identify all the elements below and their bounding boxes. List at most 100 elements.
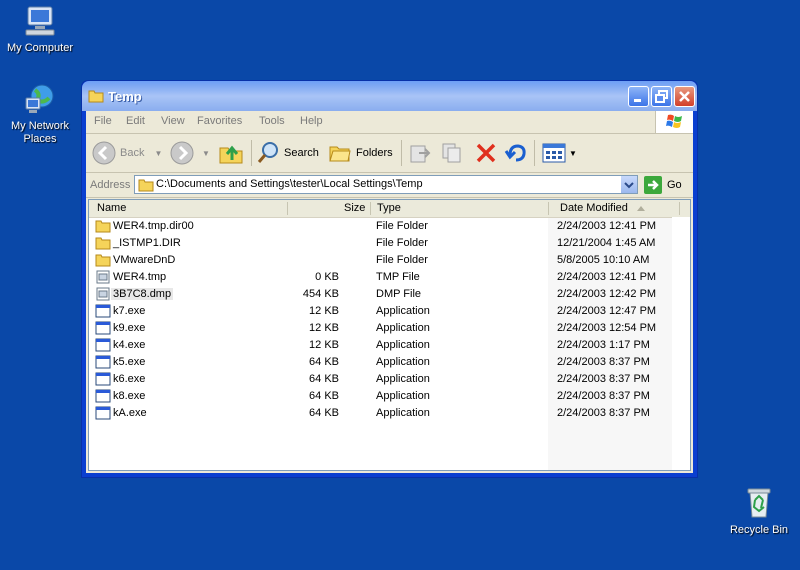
go-label: Go xyxy=(667,179,682,191)
maximize-button[interactable] xyxy=(651,86,672,107)
views-icon xyxy=(542,143,566,163)
desktop-icon-label: Recycle Bin xyxy=(729,524,789,536)
list-header: Name Size Type Date Modified xyxy=(89,200,690,218)
file-date-modified: 2/24/2003 12:41 PM xyxy=(557,220,657,232)
up-folder-button[interactable] xyxy=(218,140,244,166)
forward-arrow-icon xyxy=(170,141,194,165)
file-size: 64 KB xyxy=(309,356,339,368)
back-button[interactable]: Back ▼ xyxy=(92,140,162,166)
back-label: Back xyxy=(120,147,145,159)
file-size: 454 KB xyxy=(302,288,339,300)
menu-view[interactable]: View xyxy=(161,115,185,127)
views-button[interactable]: ▼ xyxy=(541,140,577,166)
app-icon xyxy=(95,321,111,335)
desktop-icon-my-computer[interactable]: My Computer xyxy=(0,4,80,55)
app-icon xyxy=(95,372,111,386)
file-type: File Folder xyxy=(376,220,428,232)
list-item[interactable]: VMwareDnD File Folder 5/8/2005 10:10 AM xyxy=(89,252,672,269)
file-name: k5.exe xyxy=(113,356,146,368)
list-item[interactable]: WER4.tmp 0 KB TMP File 2/24/2003 12:41 PM xyxy=(89,269,672,286)
back-dropdown-icon[interactable]: ▼ xyxy=(154,149,162,158)
address-dropdown-button[interactable] xyxy=(621,176,637,193)
file-date-modified: 2/24/2003 12:47 PM xyxy=(557,305,657,317)
column-header-date-modified[interactable]: Date Modified xyxy=(560,202,628,214)
delete-button[interactable] xyxy=(474,140,498,166)
search-label: Search xyxy=(284,147,319,159)
list-item[interactable]: k9.exe 12 KB Application 2/24/2003 12:54 PM xyxy=(89,320,672,337)
menu-edit[interactable]: Edit xyxy=(126,115,145,127)
toolbar-separator xyxy=(401,140,402,166)
restore-icon xyxy=(655,90,668,103)
column-header-size[interactable]: Size xyxy=(344,202,365,214)
forward-button[interactable]: ▼ xyxy=(170,140,210,166)
file-size: 12 KB xyxy=(309,322,339,334)
app-icon xyxy=(95,338,111,352)
file-type: TMP File xyxy=(376,271,420,283)
folders-icon xyxy=(329,146,351,162)
go-arrow-icon xyxy=(644,176,662,194)
column-divider[interactable] xyxy=(679,202,680,215)
address-label: Address xyxy=(90,179,131,191)
minimize-icon xyxy=(634,99,641,102)
undo-button[interactable] xyxy=(504,140,528,166)
recycle-bin-icon xyxy=(742,486,776,520)
menu-help[interactable]: Help xyxy=(300,115,323,127)
list-item[interactable]: kA.exe 64 KB Application 2/24/2003 8:37 PM xyxy=(89,405,672,422)
explorer-window: Temp File Edit View Favorites Tools Help xyxy=(81,80,698,478)
file-date-modified: 2/24/2003 8:37 PM xyxy=(557,356,650,368)
list-item[interactable]: k5.exe 64 KB Application 2/24/2003 8:37 PM xyxy=(89,354,672,371)
file-date-modified: 12/21/2004 1:45 AM xyxy=(557,237,656,249)
file-type: Application xyxy=(376,390,430,402)
desktop-icon-label: My Network Places xyxy=(10,120,70,145)
column-header-name[interactable]: Name xyxy=(97,202,126,214)
file-type: Application xyxy=(376,373,430,385)
address-input[interactable]: C:\Documents and Settings\tester\Local S… xyxy=(134,175,638,194)
go-button[interactable]: Go xyxy=(644,176,682,194)
list-item[interactable]: WER4.tmp.dir00 File Folder 2/24/2003 12:41… xyxy=(89,218,672,235)
move-to-button[interactable] xyxy=(408,140,432,166)
folders-label: Folders xyxy=(356,147,393,159)
list-item[interactable]: k6.exe 64 KB Application 2/24/2003 8:37 PM xyxy=(89,371,672,388)
menu-favorites[interactable]: Favorites xyxy=(197,115,242,127)
title-bar[interactable]: Temp xyxy=(82,81,697,111)
minimize-button[interactable] xyxy=(628,86,649,107)
file-size: 12 KB xyxy=(309,305,339,317)
file-size: 64 KB xyxy=(309,407,339,419)
file-date-modified: 2/24/2003 12:54 PM xyxy=(557,322,657,334)
column-divider[interactable] xyxy=(548,202,549,215)
search-button[interactable]: Search xyxy=(256,140,319,166)
windows-logo xyxy=(655,111,693,133)
forward-dropdown-icon[interactable]: ▼ xyxy=(202,149,210,158)
desktop-icon-recycle-bin[interactable]: Recycle Bin xyxy=(719,486,799,537)
file-size: 64 KB xyxy=(309,373,339,385)
folder-icon xyxy=(95,236,111,250)
close-button[interactable] xyxy=(674,86,695,107)
delete-x-icon xyxy=(476,143,496,163)
views-dropdown-icon[interactable]: ▼ xyxy=(569,149,577,158)
list-item[interactable]: k8.exe 64 KB Application 2/24/2003 8:37 PM xyxy=(89,388,672,405)
list-item[interactable]: k4.exe 12 KB Application 2/24/2003 1:17 PM xyxy=(89,337,672,354)
column-divider[interactable] xyxy=(287,202,288,215)
copy-to-icon xyxy=(442,143,461,163)
menu-tools[interactable]: Tools xyxy=(259,115,285,127)
app-icon xyxy=(95,406,111,420)
computer-icon xyxy=(23,4,57,38)
column-divider[interactable] xyxy=(370,202,371,215)
file-type: Application xyxy=(376,339,430,351)
undo-icon xyxy=(504,144,526,162)
folders-button[interactable]: Folders xyxy=(328,140,393,166)
toolbar-separator xyxy=(534,140,535,166)
file-name: k6.exe xyxy=(113,373,146,385)
close-icon xyxy=(679,91,690,102)
list-item[interactable]: 3B7C8.dmp 454 KB DMP File 2/24/2003 12:42 P… xyxy=(89,286,672,303)
menu-file[interactable]: File xyxy=(94,115,112,127)
window-title: Temp xyxy=(108,89,142,104)
file-size: 0 KB xyxy=(315,271,339,283)
file-name: k7.exe xyxy=(113,305,146,317)
file-name: VMwareDnD xyxy=(113,254,176,266)
column-header-type[interactable]: Type xyxy=(377,202,401,214)
copy-to-button[interactable] xyxy=(440,140,464,166)
desktop-icon-my-network-places[interactable]: My Network Places xyxy=(0,82,80,146)
list-item[interactable]: k7.exe 12 KB Application 2/24/2003 12:47 PM xyxy=(89,303,672,320)
list-item[interactable]: _ISTMP1.DIR File Folder 12/21/2004 1:45 AM xyxy=(89,235,672,252)
